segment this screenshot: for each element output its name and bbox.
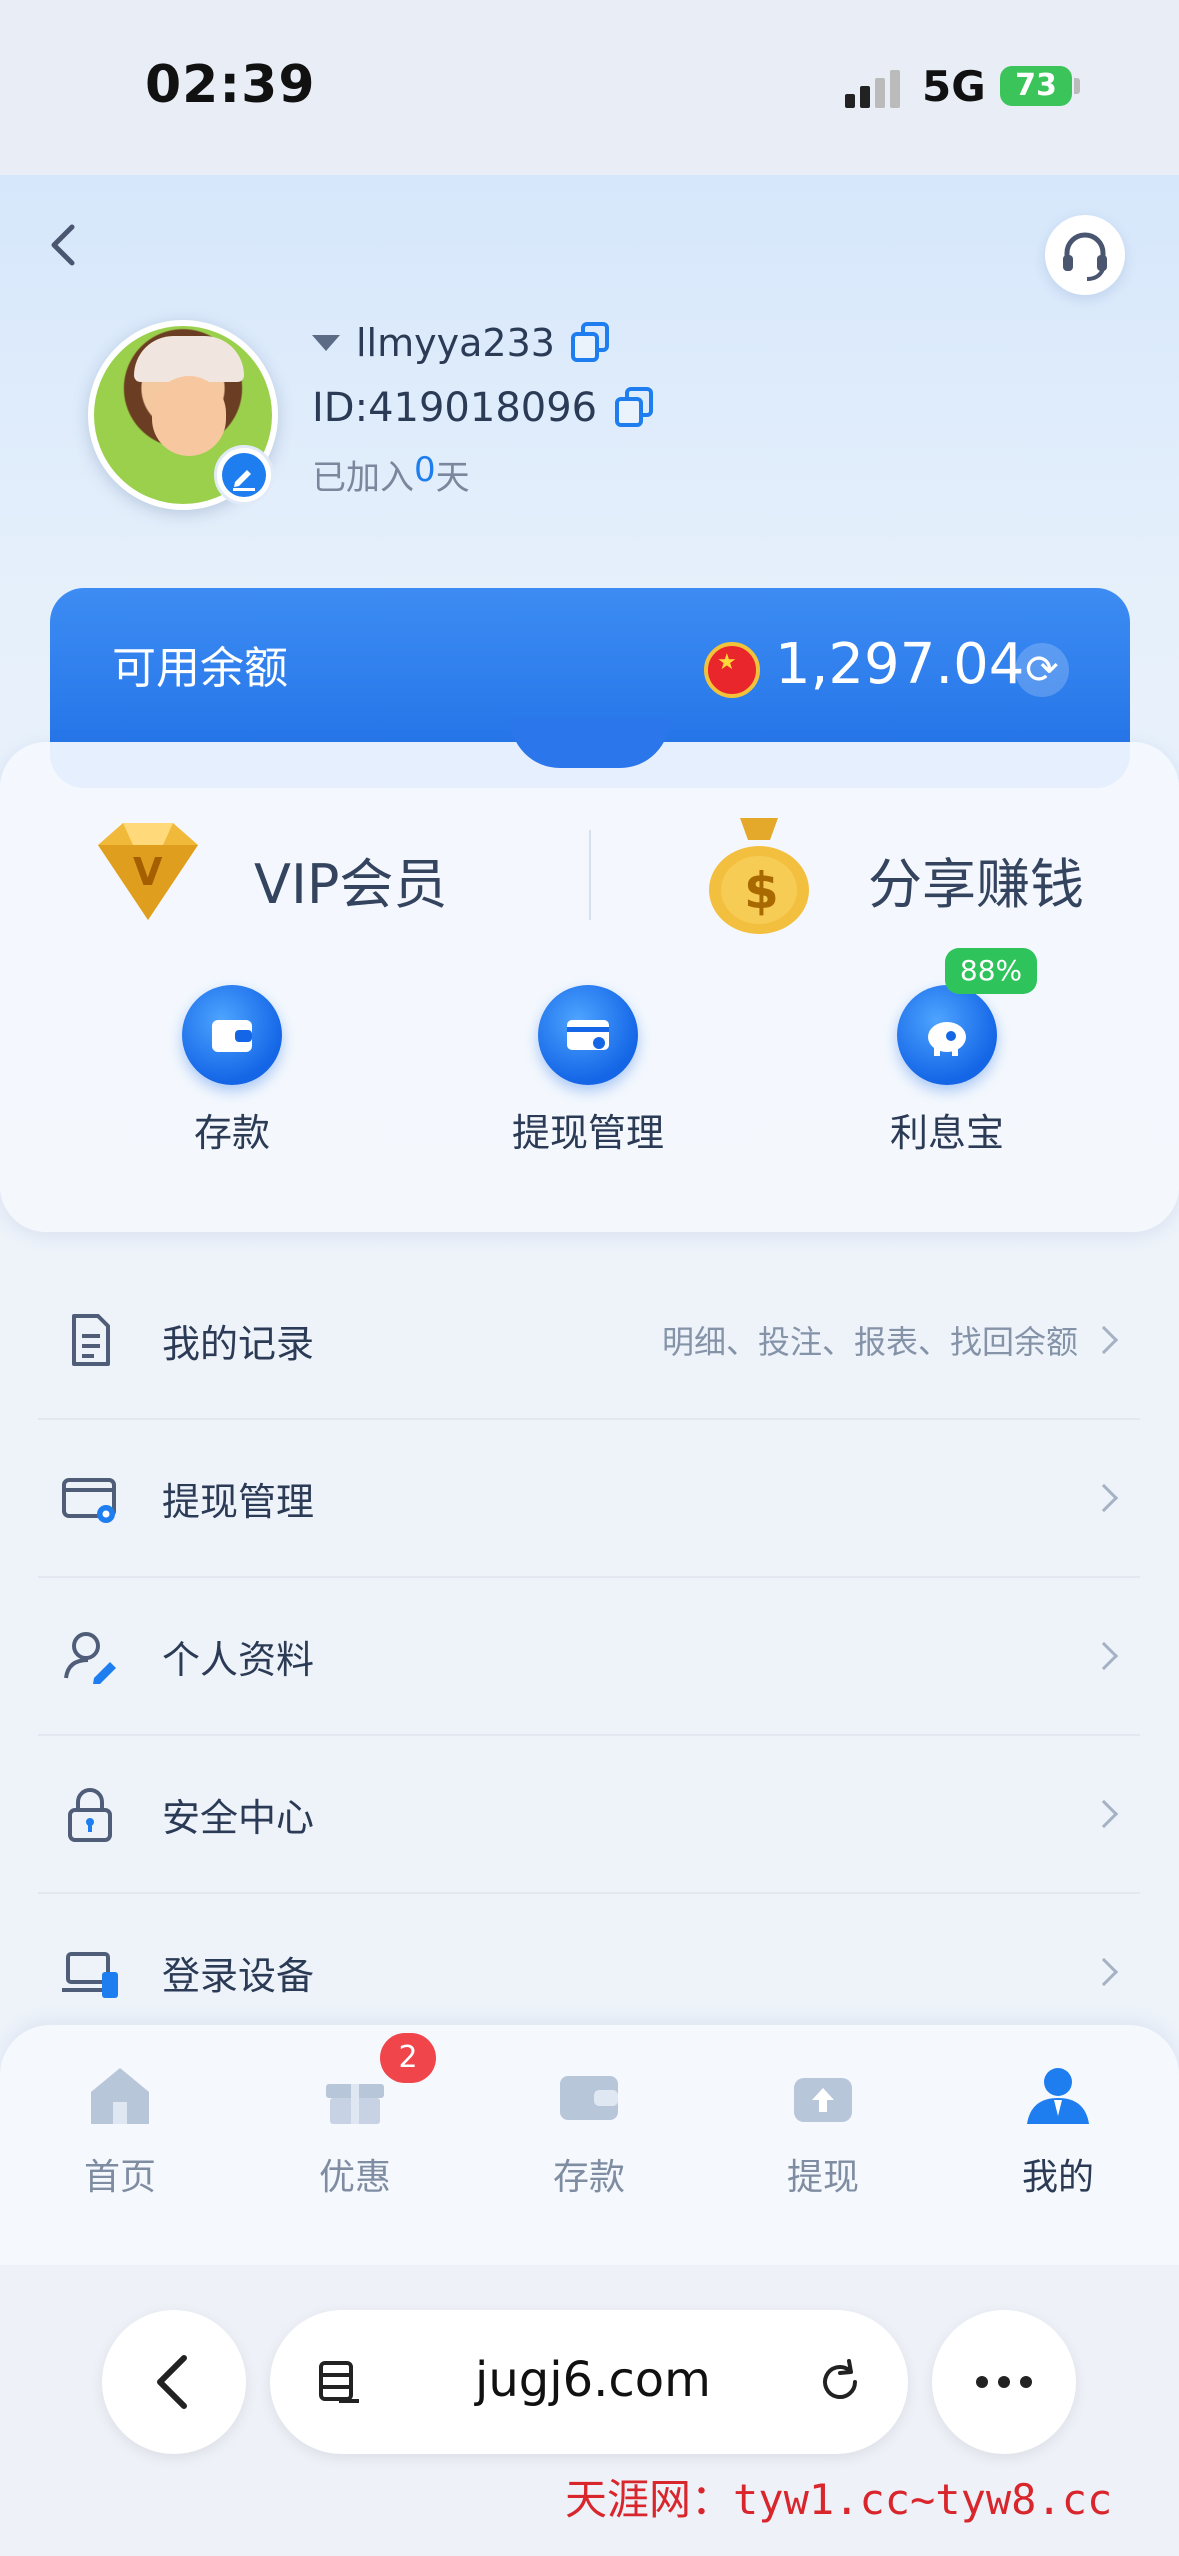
money-bag-icon[interactable]: $: [700, 808, 818, 938]
user-edit-icon: [60, 1626, 120, 1686]
tab-deposit[interactable]: 存款: [514, 2060, 664, 2200]
tab-deposit-label: 存款: [552, 2157, 625, 2198]
menu-item-records[interactable]: 我的记录 明细、投注、报表、找回余额: [38, 1262, 1140, 1420]
reload-icon[interactable]: [815, 2357, 865, 2407]
withdraw-manage-quick-button[interactable]: [538, 985, 638, 1085]
svg-text:V: V: [133, 850, 163, 894]
joined-days: 已加入 0 天: [312, 450, 470, 499]
home-icon: [85, 2060, 155, 2130]
share-earn-label[interactable]: 分享赚钱: [868, 840, 1084, 919]
deposit-quick-button[interactable]: [182, 985, 282, 1085]
battery-tip: [1074, 78, 1080, 94]
username: llmyya233: [356, 321, 555, 365]
vip-member-label[interactable]: VIP会员: [254, 840, 447, 919]
browser-back-button[interactable]: [102, 2310, 246, 2454]
deposit-quick-label: 存款: [193, 1111, 270, 1155]
menu-item-profile[interactable]: 个人资料: [38, 1578, 1140, 1736]
laptop-phone-icon: [60, 1942, 120, 2002]
wallet-icon: [212, 1020, 252, 1052]
reader-icon[interactable]: [315, 2357, 365, 2407]
withdraw-icon: [788, 2060, 858, 2130]
menu-hint-records: 明细、投注、报表、找回余额: [661, 1323, 1078, 1361]
interest-quick-label: 利息宝: [889, 1111, 1004, 1155]
joined-days-count: 0: [414, 450, 436, 490]
tab-promotions-label: 优惠: [318, 2157, 391, 2198]
menu-label-login-devices: 登录设备: [162, 1953, 315, 1998]
menu-label-withdraw-manage: 提现管理: [162, 1479, 315, 1524]
interest-rate-badge: 88%: [945, 948, 1037, 994]
user-id-row: ID:419018096: [312, 383, 655, 433]
document-icon: [60, 1310, 120, 1370]
caret-down-icon[interactable]: [312, 335, 340, 351]
battery-icon: 73: [1000, 66, 1072, 106]
status-time: 02:39: [145, 55, 316, 115]
joined-prefix: 已加入: [312, 458, 414, 498]
joined-suffix: 天: [435, 458, 470, 498]
chevron-left-icon: [157, 2355, 187, 2409]
browser-more-button[interactable]: [932, 2310, 1076, 2454]
user-icon: [1023, 2060, 1093, 2130]
card-settings-icon: [60, 1468, 120, 1528]
chevron-right-icon: [1089, 1799, 1119, 1829]
tab-home[interactable]: 首页: [45, 2060, 195, 2200]
tab-withdraw[interactable]: 提现: [748, 2060, 898, 2200]
balance-label: 可用余额: [112, 643, 288, 694]
chevron-right-icon: [1089, 1483, 1119, 1513]
promotions-count-badge: 2: [380, 2033, 436, 2083]
feature-divider: [589, 830, 591, 920]
vip-diamond-icon[interactable]: V: [78, 815, 218, 930]
china-flag-icon: [704, 642, 760, 698]
user-id: ID:419018096: [312, 385, 598, 431]
watermark-site: 天涯网：: [565, 2475, 734, 2524]
watermark-urls: tyw1.cc~tyw8.cc: [733, 2475, 1113, 2524]
svg-text:$: $: [744, 862, 779, 920]
back-chevron-icon[interactable]: [40, 215, 90, 275]
network-type: 5G: [922, 62, 986, 111]
tab-withdraw-label: 提现: [786, 2157, 859, 2198]
refresh-icon[interactable]: ⟳: [1015, 643, 1069, 697]
tab-mine-label: 我的: [1021, 2157, 1094, 2198]
copy-id-icon[interactable]: [615, 387, 655, 429]
chevron-right-icon: [1089, 1325, 1119, 1355]
watermark-text: 天涯网：tyw1.cc~tyw8.cc: [565, 2466, 1112, 2527]
menu-label-records: 我的记录: [162, 1321, 315, 1366]
interest-quick-button[interactable]: [897, 985, 997, 1085]
browser-url[interactable]: jugj6.com: [475, 2352, 711, 2408]
copy-username-icon[interactable]: [570, 322, 611, 364]
signal-icon: [845, 68, 905, 108]
edit-avatar-icon[interactable]: [214, 445, 274, 505]
panel-notch: [510, 718, 670, 768]
wallet-icon: [554, 2060, 624, 2130]
menu-label-profile: 个人资料: [162, 1637, 315, 1682]
lock-icon: [60, 1784, 120, 1844]
tab-mine[interactable]: 我的: [983, 2060, 1133, 2200]
chevron-right-icon: [1089, 1641, 1119, 1671]
username-row: llmyya233: [312, 318, 611, 368]
tab-home-label: 首页: [83, 2157, 156, 2198]
headset-support-button[interactable]: [1045, 215, 1125, 295]
card-icon: [567, 1020, 609, 1050]
gift-icon: [320, 2060, 390, 2130]
balance-amount: 1,297.04: [775, 632, 1025, 697]
withdraw-manage-quick-label: 提现管理: [511, 1111, 664, 1155]
piggy-bank-icon: [928, 1022, 966, 1056]
menu-item-security[interactable]: 安全中心: [38, 1736, 1140, 1894]
menu-label-security: 安全中心: [162, 1795, 315, 1840]
menu-item-withdraw-manage[interactable]: 提现管理: [38, 1420, 1140, 1578]
chevron-right-icon: [1089, 1957, 1119, 1987]
